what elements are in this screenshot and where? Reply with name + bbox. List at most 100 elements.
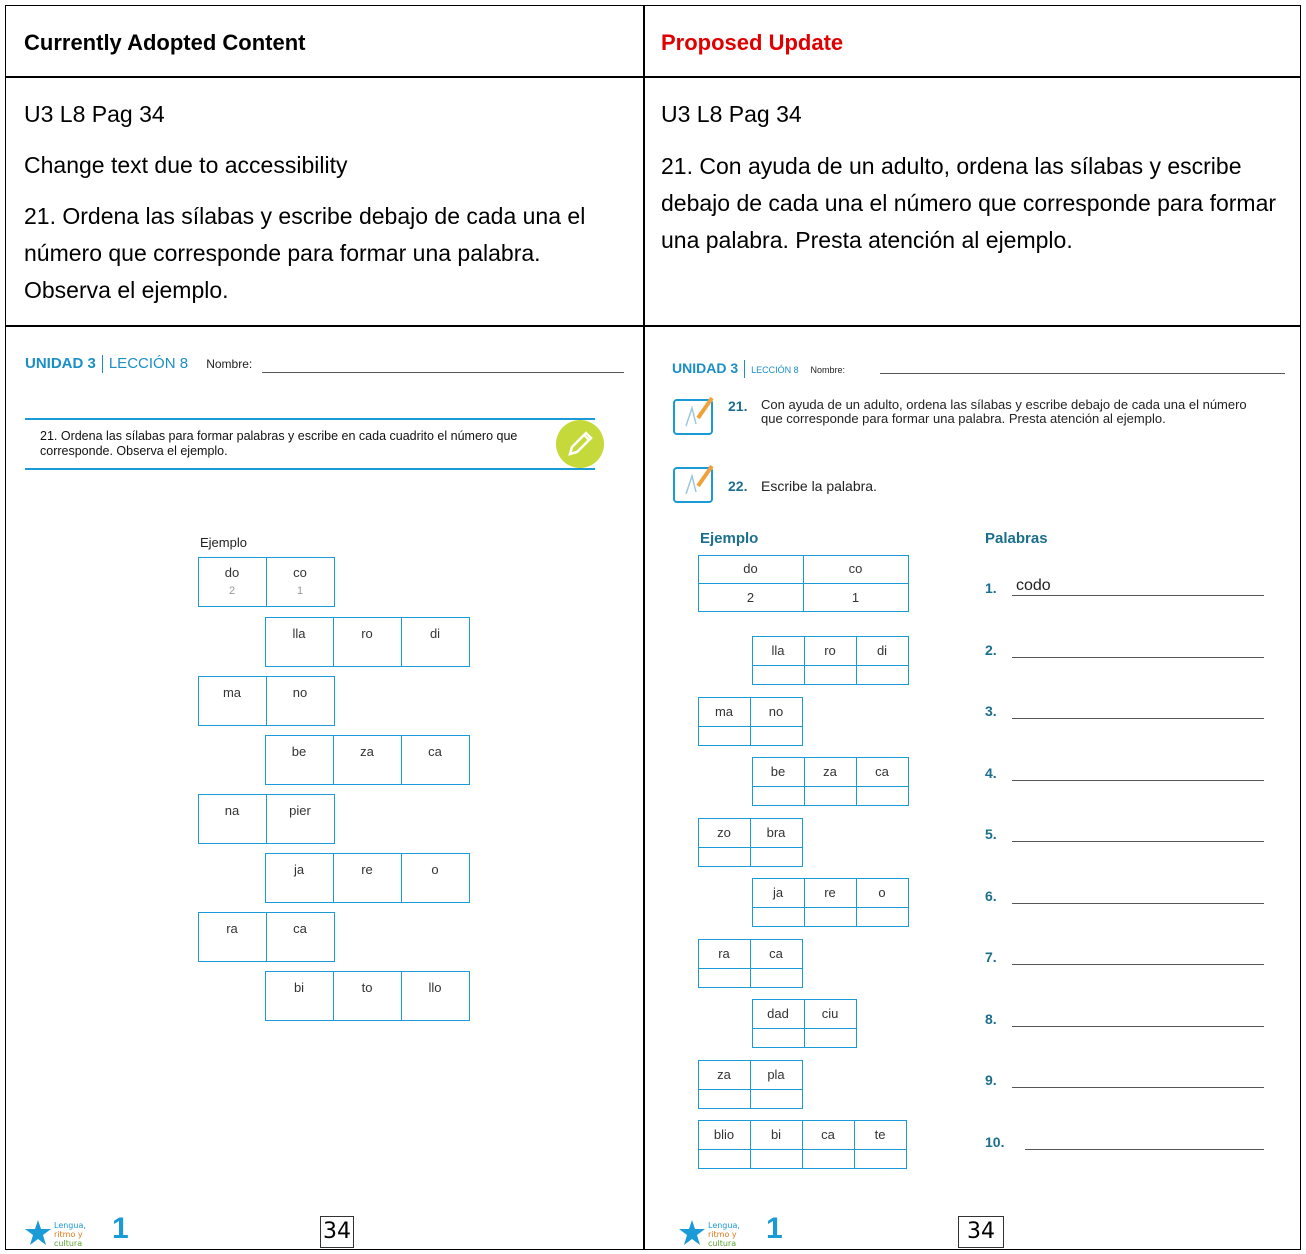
- syllable-text: o: [878, 885, 886, 900]
- svg-text:ritmo y: ritmo y: [708, 1230, 737, 1239]
- answer-cell: [698, 967, 751, 988]
- syllable-text: di: [429, 626, 441, 641]
- syllable-text: ra: [226, 921, 238, 936]
- answer-cell: [750, 846, 803, 867]
- syllable-text: ro: [361, 626, 373, 641]
- q21-number: 21.: [728, 398, 748, 414]
- example-number: 2: [228, 585, 236, 597]
- old-sheet-instruction: 21. Ordena las sílabas para formar palab…: [40, 429, 518, 458]
- syllable-text: ro: [824, 643, 836, 658]
- word-answer-line: [1012, 595, 1264, 596]
- syllable-cell: [333, 735, 402, 785]
- words-label: Palabras: [985, 530, 1048, 547]
- syllable-text: za: [717, 1066, 731, 1082]
- syllable-cell: [333, 971, 402, 1021]
- old-grade: 1: [112, 1212, 129, 1245]
- new-page-number: 34: [958, 1216, 1004, 1248]
- svg-text:Lengua,: Lengua,: [54, 1221, 86, 1230]
- word-answer-line: [1012, 718, 1264, 719]
- header-proposed: Proposed Update: [661, 30, 844, 55]
- answer-cell: [854, 1149, 907, 1169]
- answer-cell: [698, 1088, 751, 1109]
- word-number: 3.: [985, 703, 997, 719]
- old-example-label: Ejemplo: [200, 535, 247, 550]
- syllable-cell: [401, 853, 470, 903]
- answer-cell: [856, 786, 909, 806]
- svg-text:cultura: cultura: [54, 1239, 82, 1248]
- new-lesson: LECCIÓN 8: [751, 365, 799, 375]
- word-number: 7.: [985, 949, 997, 965]
- syllable-text: ma: [222, 685, 242, 700]
- example-answer: codo: [1016, 577, 1051, 594]
- word-number: 8.: [985, 1010, 997, 1027]
- word-number: 5.: [985, 826, 997, 842]
- left-instruction: 21. Ordena las sílabas y escribe debajo …: [24, 203, 586, 303]
- syllable-text: re: [361, 862, 373, 877]
- header-current: Currently Adopted Content: [24, 30, 306, 55]
- word-number: 9.: [985, 1072, 997, 1088]
- answer-cell: [698, 846, 751, 867]
- syllable-cell: [265, 853, 334, 903]
- syllable-cell: [265, 735, 334, 785]
- word-answer-line: [1012, 1087, 1264, 1088]
- old-lesson: LECCIÓN 8: [108, 355, 189, 372]
- syllable-text: ca: [428, 744, 442, 759]
- syllable-text: zo: [717, 824, 731, 840]
- answer-cell: [802, 1149, 855, 1169]
- answer-cell: [698, 725, 751, 746]
- example-number: 1: [296, 585, 304, 597]
- word-answer-line: [1012, 902, 1264, 904]
- new-name-line: [880, 373, 1285, 374]
- svg-text:ritmo y: ritmo y: [54, 1230, 83, 1239]
- old-name-label: Nombre:: [206, 357, 253, 371]
- syllable-cell: [333, 617, 402, 667]
- syllable-cell: [198, 912, 267, 962]
- answer-cell: [752, 907, 805, 927]
- answer-cell: [750, 967, 803, 988]
- right-ref: U3 L8 Pag 34: [661, 101, 802, 127]
- syllable-cell: [266, 676, 335, 726]
- left-ref: U3 L8 Pag 34: [24, 101, 165, 127]
- syllable-text: blio: [713, 1127, 735, 1142]
- syllable-text: lla: [292, 626, 306, 641]
- new-unit-heading: UNIDAD 3 LECCIÓN 8 Nombre:: [672, 360, 846, 379]
- answer-cell: [750, 1088, 803, 1109]
- row-divider: [5, 76, 1301, 78]
- syllable-cell: [333, 853, 402, 903]
- example-syllable: co: [848, 561, 863, 576]
- word-number: 2.: [985, 641, 997, 658]
- word-answer-line: [1025, 1148, 1264, 1150]
- syllable-text: llo: [428, 980, 442, 995]
- syllable-text: te: [874, 1127, 886, 1142]
- syllable-text: dad: [767, 1006, 789, 1021]
- syllable-text: re: [824, 885, 836, 900]
- syllable-text: pier: [289, 803, 311, 818]
- answer-cell: [752, 1028, 805, 1048]
- word-number: 1.: [985, 580, 997, 596]
- write-activity-icon: [672, 464, 718, 504]
- new-example-label: Ejemplo: [700, 530, 759, 547]
- syllable-text: bi: [293, 980, 305, 995]
- answer-cell: [698, 1149, 751, 1169]
- example-number: 2: [746, 590, 755, 605]
- new-name-label: Nombre:: [810, 365, 846, 375]
- answer-cell: [804, 907, 857, 927]
- example-syllable: do: [743, 561, 758, 576]
- syllable-text: o: [431, 862, 439, 877]
- answer-cell: [804, 665, 857, 685]
- syllable-cell: [265, 971, 334, 1021]
- syllable-text: no: [292, 685, 308, 700]
- syllable-text: za: [360, 744, 374, 759]
- old-name-line: [262, 372, 624, 373]
- syllable-text: ciu: [821, 1006, 839, 1021]
- syllable-text: no: [768, 703, 784, 719]
- column-divider: [643, 5, 645, 1250]
- example-number: 1: [851, 590, 860, 605]
- syllable-cell: [266, 794, 335, 844]
- syllable-text: be: [291, 744, 307, 759]
- new-unit: UNIDAD 3: [672, 360, 739, 376]
- syllable-text: za: [823, 764, 837, 779]
- example-syllable: do: [224, 565, 240, 580]
- answer-cell: [750, 1149, 803, 1169]
- syllable-cell: [401, 617, 470, 667]
